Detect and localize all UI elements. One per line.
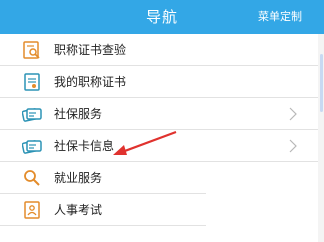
menu-customize-button[interactable]: 菜单定制	[258, 0, 302, 34]
menu-item-my-certificate[interactable]: 我的职称证书	[0, 66, 318, 98]
social-security-card-info-icon	[21, 136, 42, 156]
chevron-right-icon	[288, 138, 298, 154]
header-bar: 导航 菜单定制	[0, 0, 324, 34]
employment-icon	[22, 168, 42, 188]
certificate-icon	[22, 72, 42, 92]
navigation-screen: 导航 菜单定制 职称证书查验 我的职称证书 社保服务 社保卡信息 就业服务 人事…	[0, 0, 324, 242]
menu-item-social-security-service[interactable]: 社保服务	[0, 98, 318, 130]
menu-item-label: 就业服务	[54, 171, 103, 185]
menu-item-social-security-card-info[interactable]: 社保卡信息	[0, 130, 318, 162]
menu-item-label: 社保卡信息	[54, 139, 115, 153]
menu-item-personnel-exam[interactable]: 人事考试	[0, 194, 318, 226]
scrollbar[interactable]	[320, 54, 323, 112]
menu-item-label: 我的职称证书	[54, 75, 127, 89]
menu-item-label: 社保服务	[54, 107, 103, 121]
menu-item-employment-service[interactable]: 就业服务	[0, 162, 318, 194]
exam-icon	[22, 200, 42, 220]
chevron-right-icon	[288, 106, 298, 122]
menu-item-label: 职称证书查验	[54, 43, 127, 57]
certificate-check-icon	[22, 40, 42, 60]
menu-list: 职称证书查验 我的职称证书 社保服务 社保卡信息 就业服务 人事考试	[0, 34, 318, 242]
menu-item-certificate-check[interactable]: 职称证书查验	[0, 34, 318, 66]
menu-item-label: 人事考试	[54, 203, 103, 217]
social-security-card-icon	[21, 104, 42, 124]
